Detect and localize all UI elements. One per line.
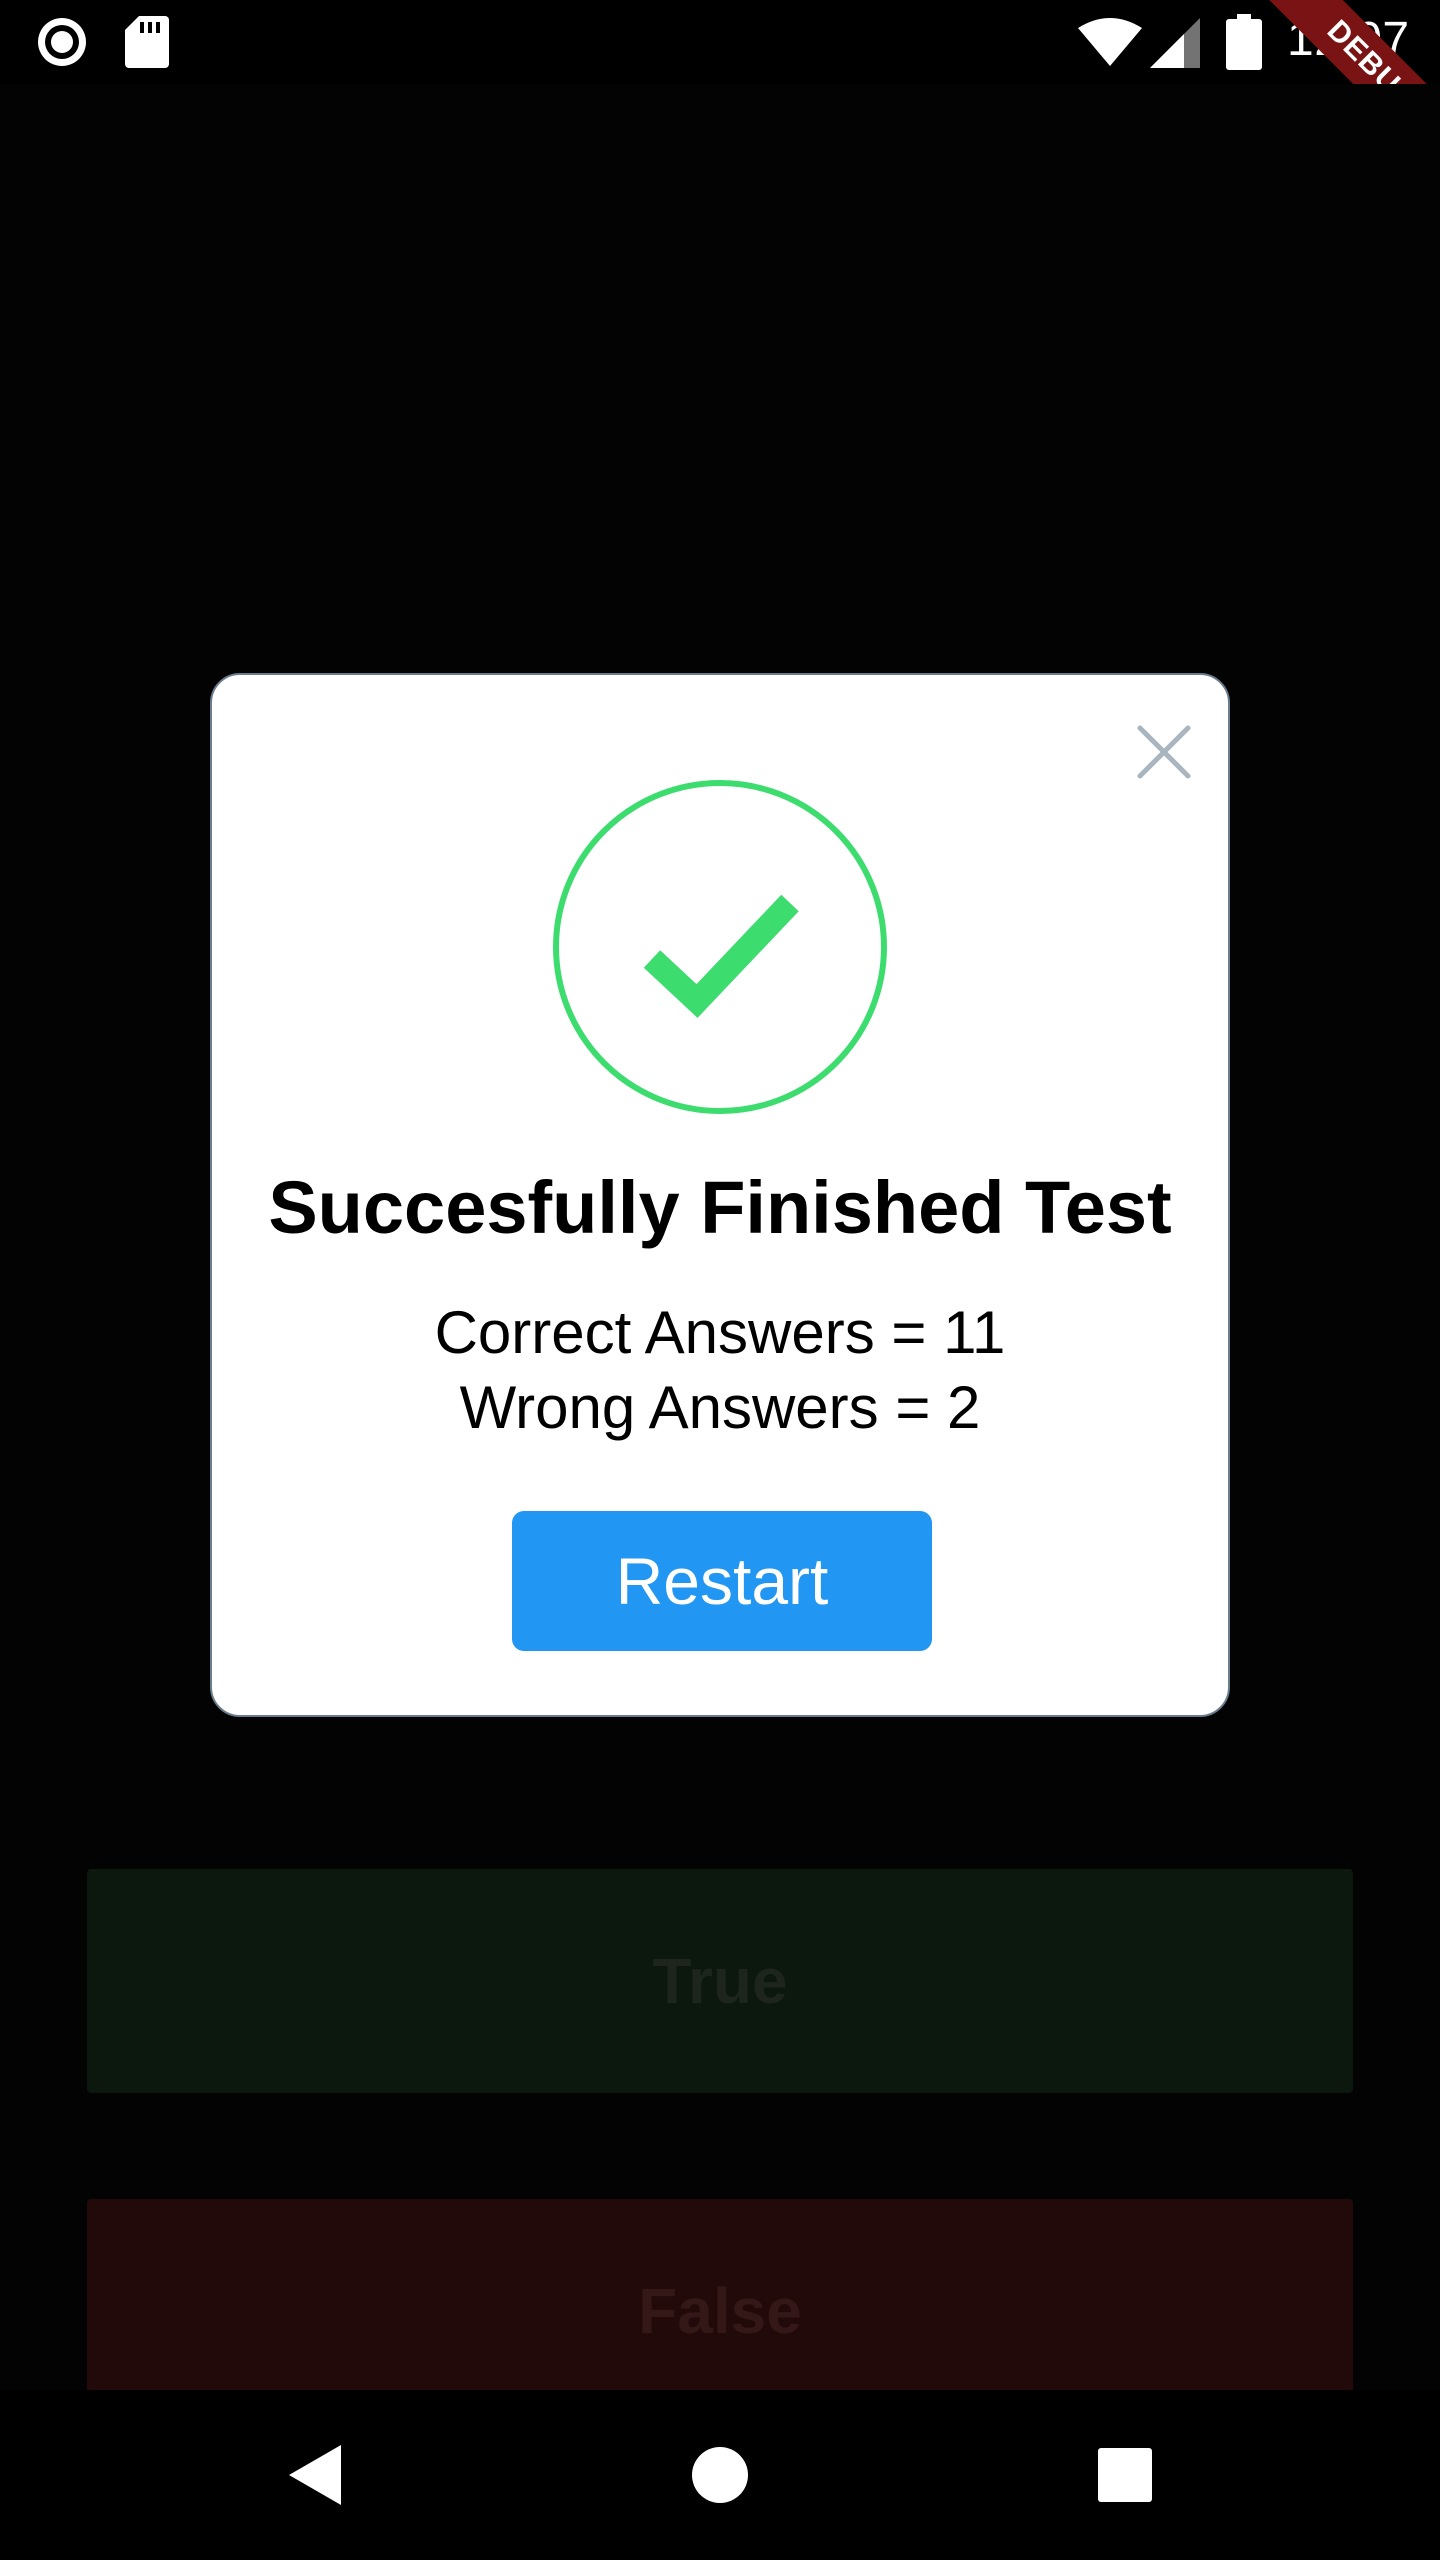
check-circle-icon	[553, 780, 887, 1114]
recents-button[interactable]	[1045, 2390, 1205, 2560]
wrong-answers-text: Wrong Answers = 2	[459, 1374, 981, 1441]
signal-icon	[1150, 18, 1200, 68]
true-button: True	[87, 1869, 1353, 2093]
navigation-bar	[0, 2390, 1440, 2560]
home-button[interactable]	[640, 2390, 800, 2560]
close-icon[interactable]	[1132, 720, 1196, 784]
dialog-title: Succesfully Finished Test	[268, 1166, 1172, 1249]
sd-card-icon	[125, 16, 169, 68]
result-dialog: Succesfully Finished Test Correct Answer…	[210, 673, 1230, 1717]
wifi-icon	[1078, 18, 1142, 66]
restart-button[interactable]: Restart	[512, 1511, 932, 1651]
status-bar: 12:07	[0, 0, 1440, 84]
home-icon	[692, 2447, 748, 2503]
back-button[interactable]	[235, 2390, 395, 2560]
battery-icon	[1226, 14, 1262, 70]
clock: 12:07	[1287, 13, 1410, 66]
correct-answers-text: Correct Answers = 11	[434, 1299, 1006, 1366]
record-icon	[38, 18, 86, 66]
back-icon	[289, 2445, 341, 2505]
score-summary: Correct Answers = 11 Wrong Answers = 2	[212, 1295, 1228, 1445]
recents-icon	[1098, 2448, 1152, 2502]
